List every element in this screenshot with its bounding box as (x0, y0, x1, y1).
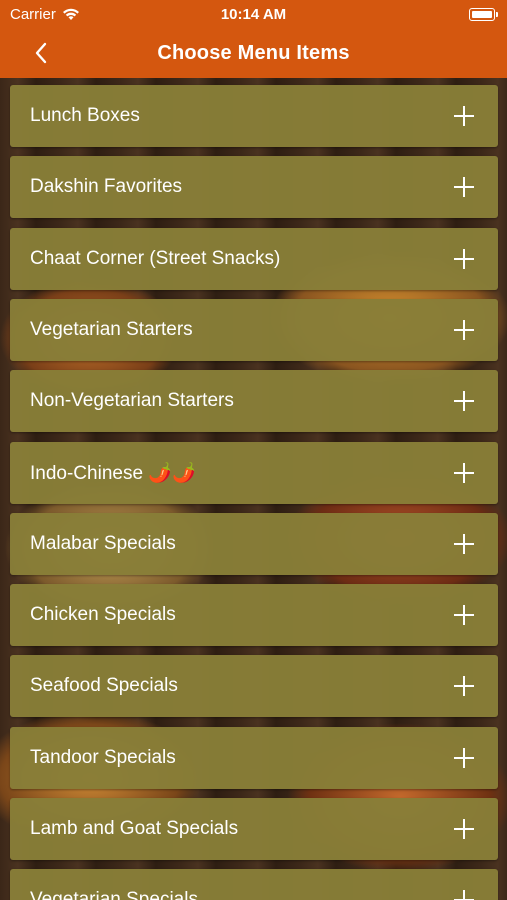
category-label: Vegetarian Starters (30, 319, 193, 340)
plus-icon[interactable] (454, 391, 474, 411)
menu-category-seafood-specials[interactable]: Seafood Specials (10, 655, 498, 717)
plus-icon[interactable] (454, 249, 474, 269)
navigation-bar: Choose Menu Items (0, 28, 507, 78)
battery-icon (469, 8, 498, 21)
category-label: Chaat Corner (Street Snacks) (30, 248, 281, 269)
category-label: Chicken Specials (30, 604, 176, 625)
category-label: Lunch Boxes (30, 105, 140, 126)
plus-icon[interactable] (454, 463, 474, 483)
menu-category-dakshin-favorites[interactable]: Dakshin Favorites (10, 156, 498, 218)
plus-icon[interactable] (454, 106, 474, 126)
menu-category-chaat-corner[interactable]: Chaat Corner (Street Snacks) (10, 228, 498, 290)
plus-icon[interactable] (454, 605, 474, 625)
category-label: Lamb and Goat Specials (30, 818, 239, 839)
status-time: 10:14 AM (220, 6, 287, 23)
plus-icon[interactable] (454, 819, 474, 839)
category-label: Malabar Specials (30, 533, 176, 554)
category-label: Seafood Specials (30, 675, 178, 696)
menu-category-vegetarian-starters[interactable]: Vegetarian Starters (10, 299, 498, 361)
plus-icon[interactable] (454, 177, 474, 197)
status-bar: Carrier 10:14 AM (0, 0, 507, 28)
category-label: Non-Vegetarian Starters (30, 390, 234, 411)
menu-category-tandoor-specials[interactable]: Tandoor Specials (10, 727, 498, 789)
menu-category-non-vegetarian-starters[interactable]: Non-Vegetarian Starters (10, 370, 498, 432)
plus-icon[interactable] (454, 748, 474, 768)
category-label: Dakshin Favorites (30, 176, 183, 197)
menu-category-vegetarian-specials[interactable]: Vegetarian Specials (10, 869, 498, 900)
category-label: Indo-Chinese 🌶️🌶️ (30, 463, 196, 484)
menu-category-chicken-specials[interactable]: Chicken Specials (10, 584, 498, 646)
menu-category-list[interactable]: Lunch Boxes Dakshin Favorites Chaat Corn… (0, 78, 507, 900)
category-label: Vegetarian Specials (30, 889, 198, 900)
plus-icon[interactable] (454, 890, 474, 900)
page-title: Choose Menu Items (157, 42, 350, 64)
plus-icon[interactable] (454, 534, 474, 554)
plus-icon[interactable] (454, 676, 474, 696)
menu-category-indo-chinese[interactable]: Indo-Chinese 🌶️🌶️ (10, 442, 498, 504)
menu-category-lamb-and-goat-specials[interactable]: Lamb and Goat Specials (10, 798, 498, 860)
header: Carrier 10:14 AM Choose Menu Items (0, 0, 507, 78)
category-label: Tandoor Specials (30, 747, 176, 768)
menu-category-lunch-boxes[interactable]: Lunch Boxes (10, 85, 498, 147)
menu-category-malabar-specials[interactable]: Malabar Specials (10, 513, 498, 575)
plus-icon[interactable] (454, 320, 474, 340)
